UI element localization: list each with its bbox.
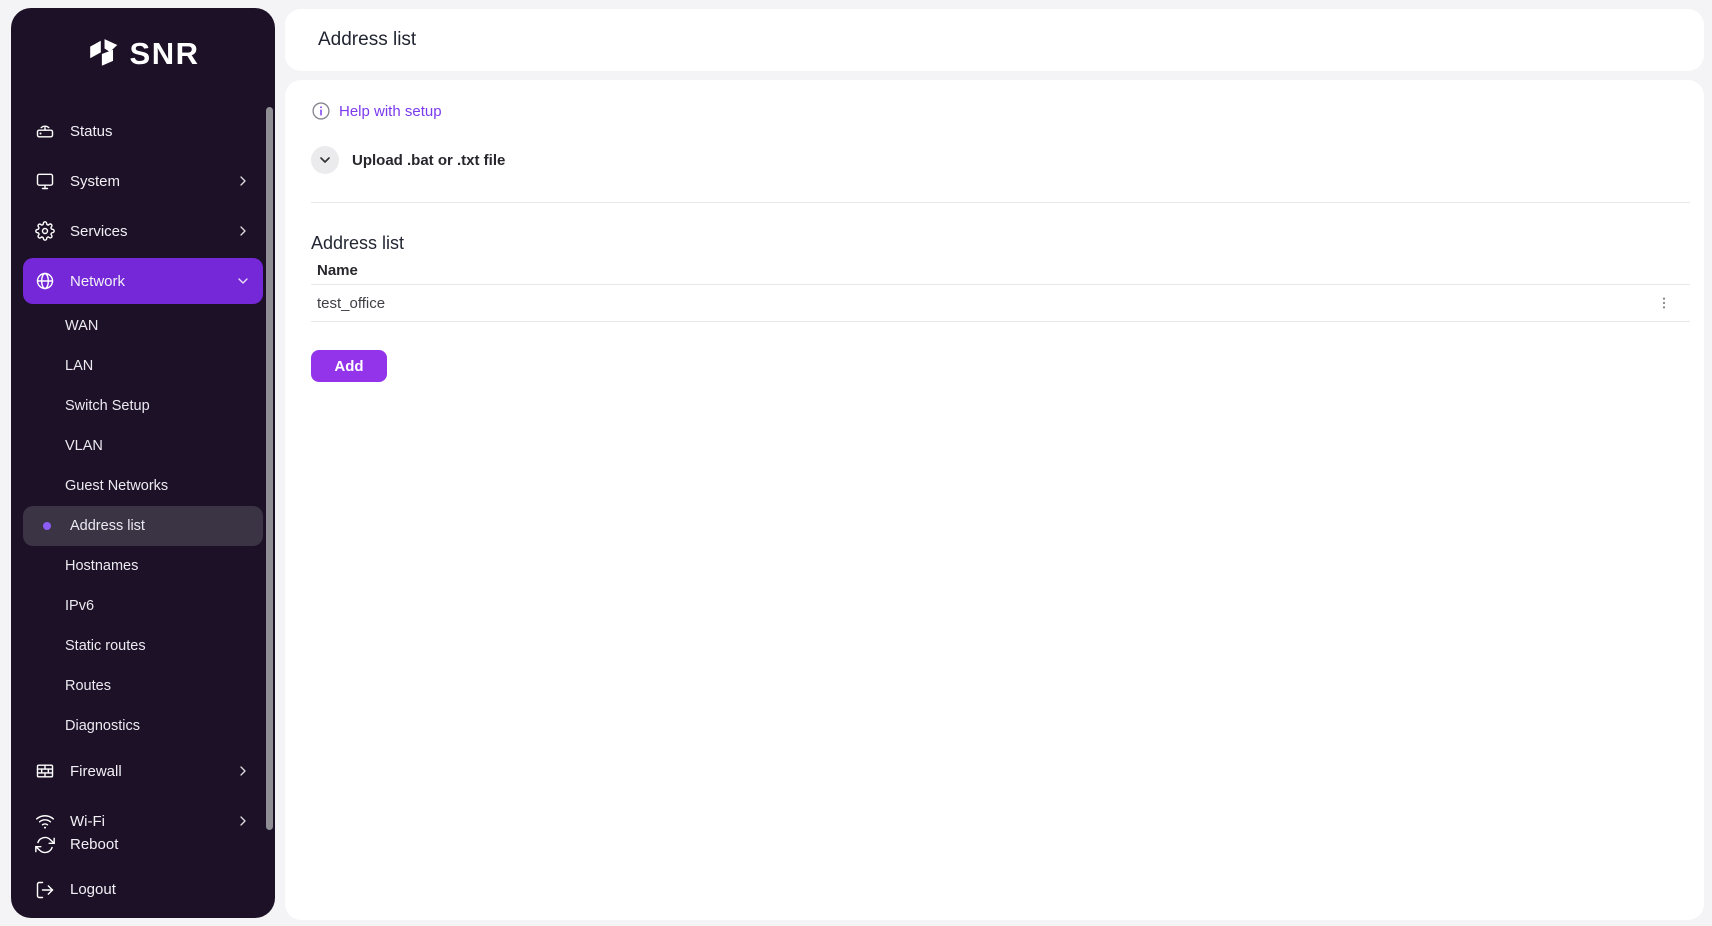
sidebar-item-label: Diagnostics <box>65 718 140 734</box>
chevron-right-icon <box>235 763 251 779</box>
sidebar-item-label: Network <box>70 273 125 290</box>
page-title: Address list <box>318 29 416 51</box>
sidebar-item-network[interactable]: Network <box>23 258 263 304</box>
sidebar-item-label: Hostnames <box>65 558 138 574</box>
globe-icon <box>35 271 55 291</box>
brand-name: SNR <box>130 36 200 72</box>
sidebar-item-label: WAN <box>65 318 98 334</box>
sidebar-item-static-routes[interactable]: Static routes <box>23 626 263 666</box>
chevron-down-icon <box>317 152 333 168</box>
sidebar-item-hostnames[interactable]: Hostnames <box>23 546 263 586</box>
address-list-name-cell: test_office <box>317 295 385 312</box>
upload-expand-button[interactable] <box>311 146 339 174</box>
info-icon <box>311 101 331 121</box>
help-link-label: Help with setup <box>339 103 442 120</box>
table-row: test_office <box>311 285 1690 322</box>
reboot-label: Reboot <box>70 836 118 853</box>
sidebar-item-label: Status <box>70 123 113 140</box>
sidebar-item-system[interactable]: System <box>23 156 263 206</box>
sidebar-item-firewall[interactable]: Firewall <box>23 746 263 796</box>
sidebar-item-label: IPv6 <box>65 598 94 614</box>
sidebar-item-address-list[interactable]: Address list <box>23 506 263 546</box>
reboot-icon <box>35 835 55 855</box>
sidebar-item-guest-networks[interactable]: Guest Networks <box>23 466 263 506</box>
sidebar-item-services[interactable]: Services <box>23 206 263 256</box>
sidebar-item-label: System <box>70 173 120 190</box>
column-header-name: Name <box>317 262 358 279</box>
page-header: Address list <box>285 9 1704 71</box>
sidebar-scrollbar[interactable] <box>266 107 273 830</box>
sidebar-item-label: LAN <box>65 358 93 374</box>
upload-section-label: Upload .bat or .txt file <box>352 152 505 169</box>
logout-label: Logout <box>70 881 116 898</box>
selected-dot-icon <box>43 522 51 530</box>
logout-icon <box>35 880 55 900</box>
chevron-right-icon <box>235 223 251 239</box>
section-divider <box>311 202 1690 203</box>
reboot-button[interactable]: Reboot <box>23 822 263 867</box>
chevron-right-icon <box>235 173 251 189</box>
page: SNR Status <box>0 0 1712 926</box>
sidebar-nav: Status System <box>11 106 275 829</box>
sidebar-item-lan[interactable]: LAN <box>23 346 263 386</box>
kebab-menu-icon <box>1656 295 1672 311</box>
sidebar-item-label: Routes <box>65 678 111 694</box>
sidebar-item-status[interactable]: Status <box>23 106 263 156</box>
address-list-section-title: Address list <box>311 232 1690 254</box>
sidebar-item-wan[interactable]: WAN <box>23 306 263 346</box>
add-button[interactable]: Add <box>311 350 387 382</box>
sidebar-item-ipv6[interactable]: IPv6 <box>23 586 263 626</box>
sidebar-item-label: Address list <box>70 518 145 534</box>
logout-button[interactable]: Logout <box>23 867 263 912</box>
sidebar-item-label: Switch Setup <box>65 398 150 414</box>
router-icon <box>35 121 55 141</box>
help-with-setup-link[interactable]: Help with setup <box>311 100 442 122</box>
sidebar-item-diagnostics[interactable]: Diagnostics <box>23 706 263 746</box>
upload-section-header: Upload .bat or .txt file <box>311 146 1690 174</box>
sidebar-item-label: Guest Networks <box>65 478 168 494</box>
snr-cube-logo-icon <box>87 37 121 71</box>
sidebar-item-vlan[interactable]: VLAN <box>23 426 263 466</box>
sidebar-item-label: Services <box>70 223 128 240</box>
sidebar-bottom-section: Reboot Logout <box>23 822 263 912</box>
sidebar-item-routes[interactable]: Routes <box>23 666 263 706</box>
firewall-icon <box>35 761 55 781</box>
monitor-icon <box>35 171 55 191</box>
sidebar-item-label: Firewall <box>70 763 122 780</box>
brand-logo: SNR <box>11 8 275 100</box>
content-card: Help with setup Upload .bat or .txt file… <box>285 80 1704 920</box>
gear-icon <box>35 221 55 241</box>
row-actions-button[interactable] <box>1650 289 1678 317</box>
sidebar-item-label: Static routes <box>65 638 146 654</box>
sidebar: SNR Status <box>11 8 275 918</box>
sidebar-item-label: VLAN <box>65 438 103 454</box>
sidebar-item-switch-setup[interactable]: Switch Setup <box>23 386 263 426</box>
chevron-down-icon <box>235 273 251 289</box>
table-header-row: Name <box>311 257 1690 285</box>
